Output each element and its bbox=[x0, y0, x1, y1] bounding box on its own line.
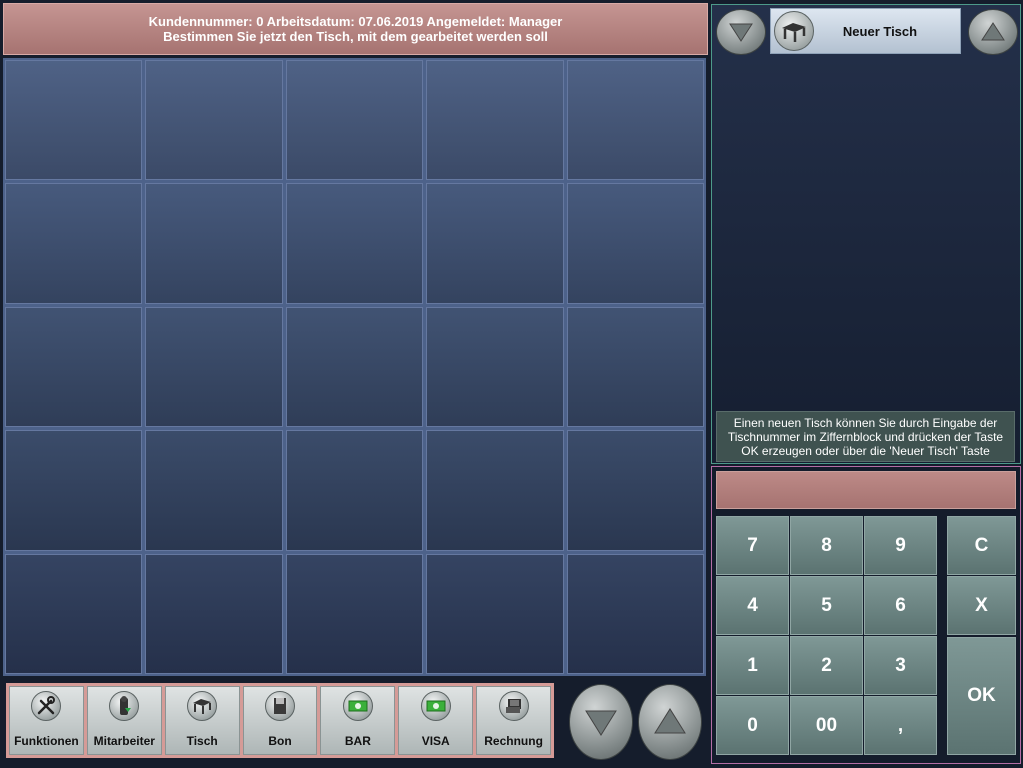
invoice-icon bbox=[498, 691, 529, 721]
table-tile[interactable] bbox=[5, 553, 143, 674]
key-7[interactable]: 7 bbox=[716, 516, 789, 575]
key-4[interactable]: 4 bbox=[716, 576, 789, 635]
table-tile[interactable] bbox=[566, 60, 704, 181]
table-list-panel bbox=[711, 4, 1021, 464]
arrow-up-icon bbox=[981, 22, 1005, 41]
table-tile[interactable] bbox=[5, 60, 143, 181]
table-tile[interactable] bbox=[566, 553, 704, 674]
table-tile[interactable] bbox=[5, 183, 143, 304]
bar-label: BAR bbox=[344, 734, 371, 748]
table-tile[interactable] bbox=[426, 553, 564, 674]
mitarbeiter-button[interactable]: Mitarbeiter bbox=[86, 686, 162, 755]
key-00[interactable]: 00 bbox=[790, 696, 863, 755]
table-icon bbox=[187, 691, 218, 721]
list-scroll-down-button[interactable] bbox=[716, 9, 766, 55]
key-3[interactable]: 3 bbox=[864, 636, 937, 695]
cash-icon bbox=[342, 691, 373, 721]
table-tile[interactable] bbox=[426, 306, 564, 428]
tools-icon bbox=[31, 691, 62, 721]
bon-button[interactable]: Bon bbox=[242, 686, 318, 755]
ok-button[interactable]: OK bbox=[947, 637, 1016, 755]
new-table-button[interactable]: Neuer Tisch bbox=[770, 8, 961, 54]
bar-button[interactable]: BAR bbox=[320, 686, 396, 755]
table-tile[interactable] bbox=[285, 430, 424, 551]
key-5[interactable]: 5 bbox=[790, 576, 863, 635]
table-tile[interactable] bbox=[285, 553, 424, 674]
key-0[interactable]: 0 bbox=[716, 696, 789, 755]
arrow-down-icon bbox=[585, 710, 617, 736]
table-tile[interactable] bbox=[145, 430, 283, 551]
arrow-up-icon bbox=[654, 708, 686, 734]
bon-label: Bon bbox=[268, 734, 292, 748]
rechnung-label: Rechnung bbox=[484, 734, 543, 748]
header-instruction-line: Bestimmen Sie jetzt den Tisch, mit dem g… bbox=[163, 29, 548, 44]
table-tile[interactable] bbox=[145, 183, 283, 304]
funktionen-button[interactable]: Funktionen bbox=[9, 686, 84, 755]
rechnung-button[interactable]: Rechnung bbox=[476, 686, 552, 755]
number-display bbox=[716, 471, 1016, 509]
key-comma[interactable]: , bbox=[864, 696, 937, 755]
table-tile[interactable] bbox=[285, 306, 424, 428]
table-tile[interactable] bbox=[566, 183, 704, 304]
visa-label: VISA bbox=[421, 734, 450, 748]
tisch-label: Tisch bbox=[186, 734, 218, 748]
new-table-hint: Einen neuen Tisch können Sie durch Einga… bbox=[716, 411, 1015, 462]
table-tile[interactable] bbox=[145, 553, 283, 674]
status-header: Kundennummer: 0 Arbeitsdatum: 07.06.2019… bbox=[3, 3, 708, 55]
table-tile[interactable] bbox=[426, 430, 564, 551]
table-tile[interactable] bbox=[426, 60, 564, 181]
visa-button[interactable]: VISA bbox=[398, 686, 474, 755]
table-tile[interactable] bbox=[426, 183, 564, 304]
table-icon bbox=[774, 11, 814, 51]
arrow-down-icon bbox=[729, 23, 753, 42]
new-table-label: Neuer Tisch bbox=[842, 23, 918, 39]
key-9[interactable]: 9 bbox=[864, 516, 937, 575]
header-status-line: Kundennummer: 0 Arbeitsdatum: 07.06.2019… bbox=[148, 14, 563, 29]
table-tile[interactable] bbox=[566, 430, 704, 551]
key-6[interactable]: 6 bbox=[864, 576, 937, 635]
mitarbeiter-label: Mitarbeiter bbox=[93, 734, 155, 748]
grid-scroll-down-button[interactable] bbox=[569, 684, 633, 760]
table-tile[interactable] bbox=[285, 183, 424, 304]
key-8[interactable]: 8 bbox=[790, 516, 863, 575]
clear-button[interactable]: C bbox=[947, 516, 1016, 575]
table-tile[interactable] bbox=[145, 60, 283, 181]
tisch-button[interactable]: Tisch bbox=[164, 686, 240, 755]
function-toolbar: Funktionen Mitarbeiter Tisch Bon BAR VIS… bbox=[6, 683, 554, 758]
table-tile[interactable] bbox=[566, 306, 704, 428]
key-2[interactable]: 2 bbox=[790, 636, 863, 695]
table-tile[interactable] bbox=[285, 60, 424, 181]
table-tile[interactable] bbox=[145, 306, 283, 428]
employee-icon bbox=[109, 691, 140, 721]
card-icon bbox=[420, 691, 451, 721]
key-1[interactable]: 1 bbox=[716, 636, 789, 695]
table-tile[interactable] bbox=[5, 306, 143, 428]
grid-scroll-up-button[interactable] bbox=[638, 684, 702, 760]
receipt-icon bbox=[265, 691, 295, 721]
table-grid bbox=[3, 58, 706, 676]
list-scroll-up-button[interactable] bbox=[968, 9, 1018, 55]
table-tile[interactable] bbox=[5, 430, 143, 551]
cancel-button[interactable]: X bbox=[947, 576, 1016, 635]
funktionen-label: Funktionen bbox=[14, 734, 79, 748]
